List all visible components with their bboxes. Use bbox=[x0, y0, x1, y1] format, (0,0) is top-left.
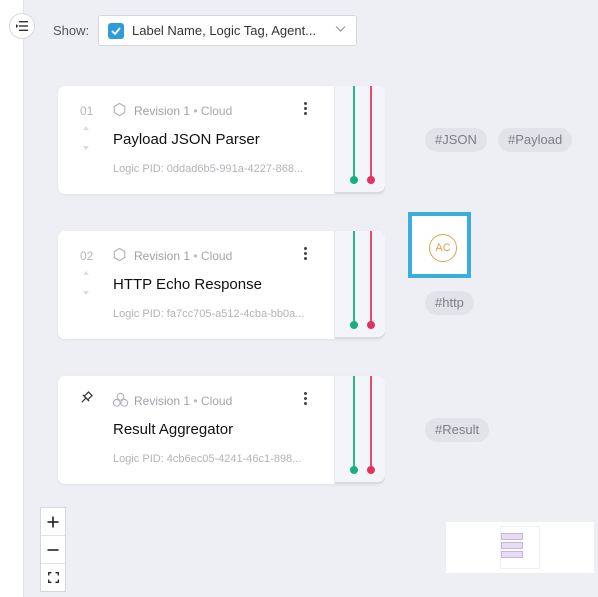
error-port[interactable] bbox=[367, 321, 375, 329]
logic-card-body[interactable]: Revision 1 • Cloud Result Aggregator Log… bbox=[58, 376, 334, 484]
card-logic-pid: Logic PID: 4cb6ec05-4241-46c1-898... bbox=[113, 453, 302, 465]
error-port[interactable] bbox=[367, 176, 375, 184]
location-label: Cloud bbox=[200, 104, 233, 118]
card-title: Payload JSON Parser bbox=[113, 131, 260, 148]
zoom-controls bbox=[40, 507, 66, 592]
success-connector-line bbox=[353, 376, 355, 468]
checkbox-checked[interactable] bbox=[108, 22, 124, 39]
revision-info: Revision 1 • Cloud bbox=[134, 394, 233, 408]
tag-payload[interactable]: #Payload bbox=[498, 128, 573, 152]
card-menu-button[interactable] bbox=[304, 247, 308, 262]
revision-info: Revision 1 • Cloud bbox=[134, 249, 233, 263]
success-connector-line bbox=[353, 86, 355, 178]
revision-info: Revision 1 • Cloud bbox=[134, 104, 233, 118]
card-logic-pid: Logic PID: 0ddad6b5-991a-4227-868... bbox=[113, 163, 304, 175]
hexagon-icon bbox=[113, 247, 126, 262]
show-fields-select[interactable]: Label Name, Logic Tag, Agent... bbox=[98, 15, 357, 46]
move-down-arrow-icon[interactable] bbox=[83, 146, 89, 150]
error-port[interactable] bbox=[367, 466, 375, 474]
success-connector-line bbox=[353, 231, 355, 323]
hexagon-cluster-icon bbox=[112, 392, 129, 407]
location-label: Cloud bbox=[200, 249, 233, 263]
move-down-arrow-icon[interactable] bbox=[83, 291, 89, 295]
left-panel-strip bbox=[0, 0, 24, 597]
logic-card[interactable]: 02 Revision 1 • Cloud HTTP Echo Response… bbox=[58, 231, 385, 339]
card-index: 02 bbox=[80, 249, 94, 263]
logic-card[interactable]: 01 Revision 1 • Cloud Payload JSON Parse… bbox=[58, 86, 385, 194]
pin-icon[interactable] bbox=[79, 391, 93, 405]
card-index: 01 bbox=[80, 104, 94, 118]
success-port[interactable] bbox=[350, 176, 358, 184]
move-up-arrow-icon[interactable] bbox=[83, 126, 89, 130]
fit-view-button[interactable] bbox=[41, 563, 65, 591]
revision-label: Revision 1 bbox=[134, 249, 191, 263]
tag-json[interactable]: #JSON bbox=[425, 128, 487, 152]
list-collapse-icon bbox=[16, 21, 28, 31]
show-select-value: Label Name, Logic Tag, Agent... bbox=[132, 23, 317, 38]
card-menu-button[interactable] bbox=[304, 392, 308, 407]
zoom-in-button[interactable] bbox=[41, 508, 65, 535]
card-ports bbox=[334, 86, 385, 194]
reorder-arrows[interactable] bbox=[82, 271, 90, 311]
minimap-node bbox=[501, 542, 523, 549]
plus-icon bbox=[47, 516, 59, 527]
revision-label: Revision 1 bbox=[134, 104, 191, 118]
minus-icon bbox=[47, 548, 59, 551]
agent-slot[interactable]: AC bbox=[408, 212, 471, 278]
move-up-arrow-icon[interactable] bbox=[83, 271, 89, 275]
collapse-panel-button[interactable] bbox=[9, 13, 35, 39]
zoom-out-button[interactable] bbox=[41, 535, 65, 563]
agent-avatar[interactable]: AC bbox=[429, 234, 457, 262]
show-label: Show: bbox=[53, 23, 90, 38]
reorder-arrows[interactable] bbox=[82, 126, 90, 166]
card-ports bbox=[334, 376, 385, 484]
success-port[interactable] bbox=[350, 321, 358, 329]
card-ports bbox=[334, 231, 385, 339]
minimap-node bbox=[501, 551, 523, 558]
card-title: Result Aggregator bbox=[113, 421, 234, 438]
card-title: HTTP Echo Response bbox=[113, 276, 262, 293]
tag-result[interactable]: #Result bbox=[425, 418, 490, 442]
tag-http[interactable]: #http bbox=[425, 291, 474, 315]
fit-screen-icon bbox=[47, 572, 59, 583]
logic-card-body[interactable]: 01 Revision 1 • Cloud Payload JSON Parse… bbox=[58, 86, 334, 194]
logic-card-body[interactable]: 02 Revision 1 • Cloud HTTP Echo Response… bbox=[58, 231, 334, 339]
location-label: Cloud bbox=[200, 394, 233, 408]
minimap-node bbox=[501, 533, 523, 540]
logic-card[interactable]: Revision 1 • Cloud Result Aggregator Log… bbox=[58, 376, 385, 484]
hexagon-icon bbox=[113, 102, 126, 117]
check-icon bbox=[111, 26, 121, 35]
revision-label: Revision 1 bbox=[134, 394, 191, 408]
chevron-down-icon bbox=[335, 26, 346, 32]
error-connector-line bbox=[370, 231, 372, 323]
success-port[interactable] bbox=[350, 466, 358, 474]
minimap[interactable] bbox=[446, 522, 594, 573]
error-connector-line bbox=[370, 86, 372, 178]
card-menu-button[interactable] bbox=[304, 102, 308, 117]
error-connector-line bbox=[370, 376, 372, 468]
card-logic-pid: Logic PID: fa7cc705-a512-4cba-bb0a... bbox=[113, 308, 305, 320]
